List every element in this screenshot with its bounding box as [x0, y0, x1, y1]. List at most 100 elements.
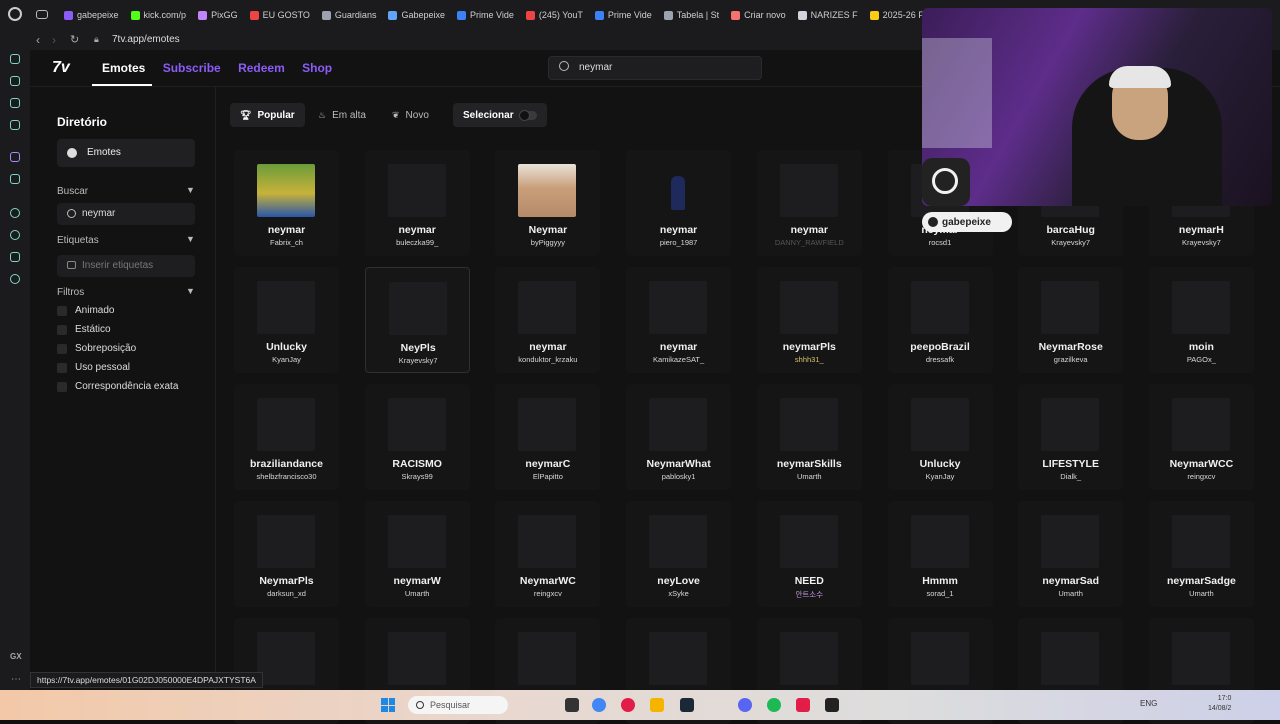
emote-card[interactable]: NeymarWCC reingxcv [1148, 384, 1254, 490]
nav-emotes[interactable]: Emotes [102, 61, 145, 75]
checkbox[interactable] [57, 362, 67, 373]
clock[interactable]: 17:0 14/08/2 [1208, 694, 1231, 714]
etiquetas-input[interactable]: Inserir etiquetas [57, 255, 195, 277]
gamepad-icon[interactable] [36, 10, 48, 19]
emote-card[interactable]: neymarC ElPapitto [495, 384, 601, 490]
emote-card[interactable]: NeymarRose grazilkeva [1018, 267, 1124, 373]
back-icon[interactable]: ‹ [36, 33, 40, 47]
emote-card[interactable]: braziliandance shelbzfrancisco30 [234, 384, 339, 490]
discord-icon[interactable] [738, 698, 752, 712]
url-field[interactable]: 7tv.app/emotes [112, 34, 180, 45]
browser-tab[interactable]: Criar novo [725, 0, 792, 30]
obs-icon[interactable] [825, 698, 839, 712]
spotify-icon[interactable] [767, 698, 781, 712]
7tv-logo[interactable]: 7v [52, 59, 70, 77]
reload-icon[interactable]: ↻ [70, 33, 79, 46]
filter-sobreposicao[interactable]: Sobreposição [57, 343, 136, 354]
sidebar-icon-2[interactable] [10, 76, 20, 86]
emote-card[interactable]: NEED 안트소수 [756, 501, 862, 607]
filter-animado[interactable]: Animado [57, 305, 114, 316]
sidebar-icon-3[interactable] [10, 98, 20, 108]
emote-card[interactable]: neymarPls shhh31_ [756, 267, 862, 373]
twitch-icon[interactable] [10, 152, 20, 162]
emote-card[interactable]: NeymarPls darksun_xd [234, 501, 339, 607]
tab-popular[interactable]: 🏆︎ Popular [230, 103, 305, 127]
emote-card[interactable]: neyLove xSyke [626, 501, 732, 607]
browser-tab[interactable]: Gabepeixe [382, 0, 451, 30]
sidebar-icon-4[interactable] [10, 120, 20, 130]
more-icon[interactable]: ⋯ [11, 674, 21, 685]
header-search-input[interactable]: neymar [548, 56, 762, 80]
emote-card[interactable]: neymar Fabrix_ch [234, 150, 339, 256]
browser-tab[interactable]: Guardians [316, 0, 383, 30]
emote-card[interactable]: RACISMO Skrays99 [364, 384, 470, 490]
emote-card[interactable]: NeyPls Krayevsky7 [364, 267, 470, 373]
sidebar-icon-1[interactable] [10, 54, 20, 64]
browser-tab[interactable]: NARIZES F [792, 0, 864, 30]
checkbox[interactable] [57, 381, 67, 392]
filter-estatico[interactable]: Estático [57, 324, 111, 335]
emote-card[interactable]: neymarSad Umarth [1018, 501, 1124, 607]
steam-icon[interactable] [680, 698, 694, 712]
browser-tab[interactable]: kick.com/p [125, 0, 193, 30]
checkbox[interactable] [57, 324, 67, 335]
folder-icon[interactable] [650, 698, 664, 712]
browser-tab[interactable]: (245) YouT [520, 0, 589, 30]
history-icon[interactable] [10, 230, 20, 240]
nav-shop[interactable]: Shop [302, 61, 332, 75]
browser-tab[interactable]: Prime Vide [451, 0, 520, 30]
emote-card[interactable]: neymar konduktor_krzaku [495, 267, 601, 373]
forward-icon[interactable]: › [52, 33, 56, 47]
emote-card[interactable]: moin PAGOx_ [1148, 267, 1254, 373]
emote-card[interactable]: LIFESTYLE Dialk_ [1018, 384, 1124, 490]
browser-tab[interactable]: Tabela | St [658, 0, 725, 30]
emote-card[interactable]: neymarW Umarth [364, 501, 470, 607]
checkbox[interactable] [57, 305, 67, 316]
browser-tab[interactable]: EU GOSTO [244, 0, 316, 30]
browser-tab[interactable]: Prime Vide [589, 0, 658, 30]
chrome-icon[interactable] [592, 698, 606, 712]
emote-card[interactable]: Unlucky KyanJay [887, 384, 993, 490]
emote-card[interactable]: neymar buleczka99_ [364, 150, 470, 256]
emote-card[interactable]: neymarSkills Umarth [756, 384, 862, 490]
settings-icon[interactable] [10, 274, 20, 284]
filter-uso-pessoal[interactable]: Uso pessoal [57, 362, 130, 373]
checkbox[interactable] [57, 343, 67, 354]
task-view-icon[interactable] [565, 698, 579, 712]
main-nav: Emotes Subscribe Redeem Shop [102, 61, 346, 75]
nav-subscribe[interactable]: Subscribe [163, 61, 221, 75]
select-toggle-button[interactable]: Selecionar [453, 103, 547, 127]
tab-novo[interactable]: ❦ Novo [382, 103, 439, 127]
browser-tab[interactable]: 2025-26 F [864, 0, 930, 30]
chevron-down-icon[interactable]: ▼ [186, 185, 195, 195]
emote-card[interactable]: peepoBrazil dressafk [887, 267, 993, 373]
emote-card[interactable]: NeymarWC reingxcv [495, 501, 601, 607]
emote-card[interactable]: neymar KamikazeSAT_ [626, 267, 732, 373]
browser-tab[interactable]: PixGG [192, 0, 244, 30]
windows-start-icon[interactable] [381, 698, 395, 712]
filter-correspondencia-exata[interactable]: Correspondência exata [57, 381, 178, 392]
nav-redeem[interactable]: Redeem [238, 61, 285, 75]
emote-card[interactable]: Neymar byPiggyyy [495, 150, 601, 256]
emote-card[interactable]: neymarSadge Umarth [1148, 501, 1254, 607]
browser-tab[interactable]: gabepeixe [58, 0, 125, 30]
language-indicator[interactable]: ENG [1140, 699, 1157, 708]
emote-card[interactable]: neymar piero_1987 [626, 150, 732, 256]
opera-icon[interactable] [621, 698, 635, 712]
app-red-icon[interactable] [796, 698, 810, 712]
emote-card[interactable]: Hmmm sorad_1 [887, 501, 993, 607]
taskbar-search[interactable]: Pesquisar [408, 696, 508, 714]
emote-card[interactable]: neymar DANNY_RAWFIELD [756, 150, 862, 256]
player-icon[interactable] [10, 208, 20, 218]
sidebar-icon-6[interactable] [10, 174, 20, 184]
opera-gx-logo-icon[interactable] [8, 7, 22, 21]
toggle-switch[interactable] [518, 109, 537, 121]
emote-card[interactable]: Unlucky KyanJay [234, 267, 339, 373]
chevron-down-icon[interactable]: ▼ [186, 234, 195, 244]
emote-card[interactable]: NeymarWhat pablosky1 [626, 384, 732, 490]
emotes-button[interactable]: Emotes [57, 139, 195, 167]
tab-em-alta[interactable]: ♨ Em alta [308, 103, 376, 127]
extensions-icon[interactable] [10, 252, 20, 262]
chevron-down-icon[interactable]: ▼ [186, 286, 195, 296]
buscar-input[interactable]: neymar [57, 203, 195, 225]
